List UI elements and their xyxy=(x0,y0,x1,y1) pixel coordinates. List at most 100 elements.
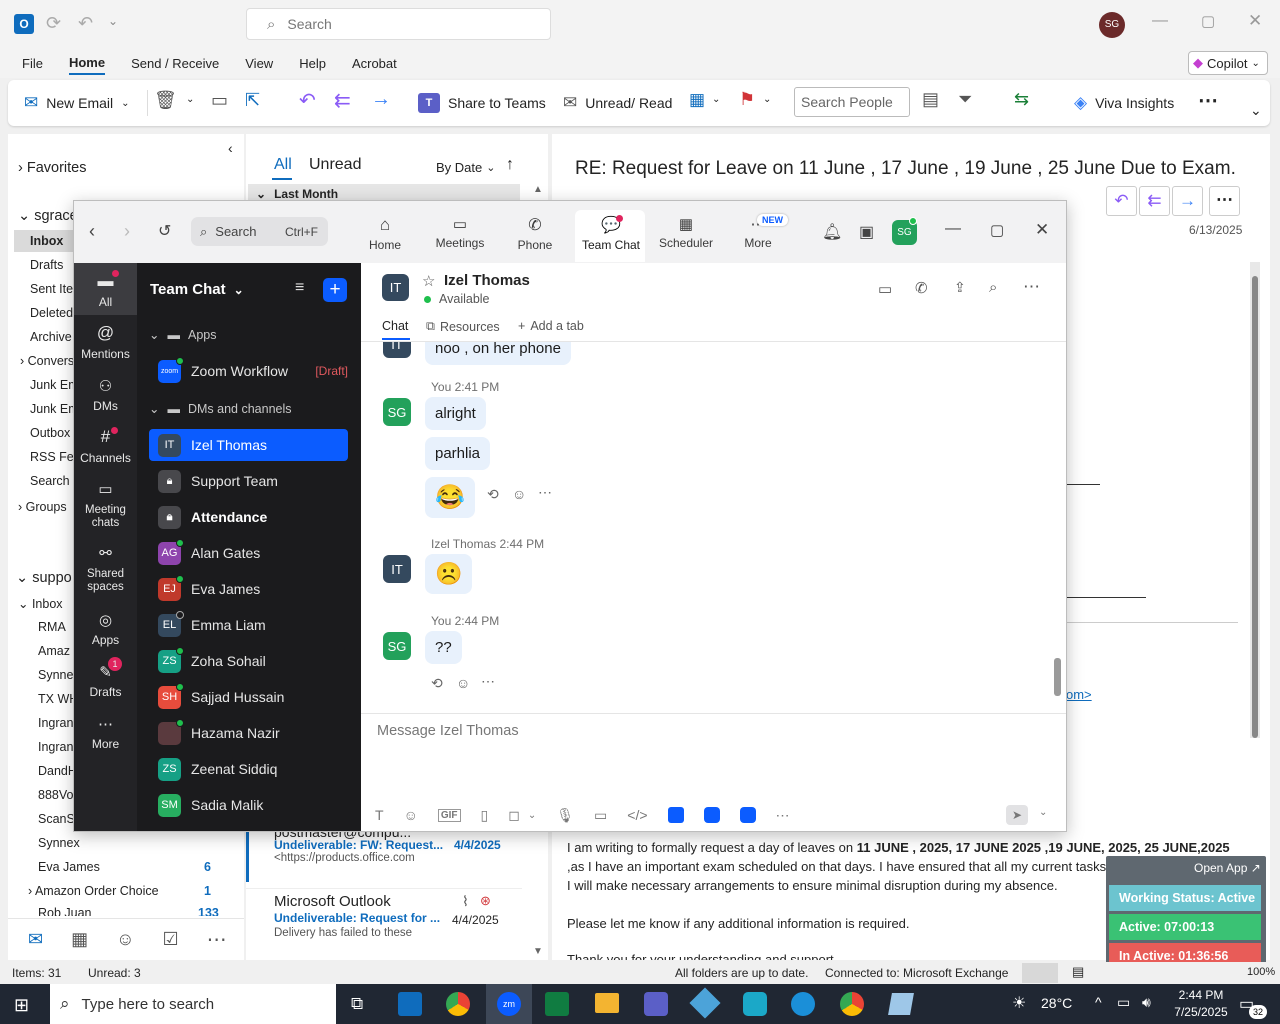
tab-all[interactable]: All xyxy=(274,156,292,174)
screenshot-icon[interactable]: ◻ xyxy=(508,807,520,824)
maximize-button[interactable]: ▢ xyxy=(990,221,1004,239)
chevron-down-icon[interactable]: ⌄ xyxy=(528,810,536,821)
search-people-input[interactable]: Search People xyxy=(794,87,910,117)
teams-app-icon[interactable] xyxy=(644,992,668,1016)
rail-drafts[interactable]: ✎ 1 Drafts xyxy=(74,657,137,699)
format-text-icon[interactable]: T xyxy=(375,807,384,823)
reply-icon[interactable]: ⟲ xyxy=(431,675,443,692)
sidebar-item-hazama-nazir[interactable]: Hazama Nazir xyxy=(149,717,348,749)
copilot-button[interactable]: ◆ Copilot ⌄ xyxy=(1188,51,1268,75)
app-icon[interactable] xyxy=(888,993,914,1015)
email-link[interactable]: om> xyxy=(1066,687,1092,702)
message-bubble[interactable]: noo , on her phone xyxy=(425,342,571,365)
forward-icon[interactable]: → xyxy=(1172,186,1203,216)
sidebar-item-support-team[interactable]: 🔒︎ Support Team xyxy=(149,465,348,497)
chat-scrollbar-thumb[interactable] xyxy=(1054,658,1061,696)
reply-icon[interactable]: ↶ xyxy=(1106,186,1137,216)
app-icon[interactable] xyxy=(703,807,720,823)
menu-file[interactable]: File xyxy=(22,56,43,71)
app-icon[interactable] xyxy=(667,807,684,823)
reply-all-icon[interactable]: ⇇ xyxy=(334,88,351,113)
chrome-app-icon[interactable] xyxy=(840,992,864,1016)
emoji-icon[interactable]: ☺ xyxy=(404,807,418,823)
mail-icon[interactable]: ✉ xyxy=(28,929,43,950)
reply-icon[interactable]: ↶ xyxy=(299,88,316,113)
reply-all-icon[interactable]: ⇇ xyxy=(1139,186,1170,216)
microphone-icon[interactable]: 🎙︎ xyxy=(556,807,574,824)
message-input[interactable]: Message Izel Thomas xyxy=(377,723,519,739)
message-bubble[interactable]: ?? xyxy=(425,631,462,664)
sidebar-item-izel-thomas[interactable]: IT Izel Thomas xyxy=(149,429,348,461)
new-email-button[interactable]: ✉ New Email ⌄ xyxy=(24,93,130,113)
message-bubble-emoji[interactable]: 😂 xyxy=(425,477,475,518)
tab-meetings[interactable]: ▭ Meetings xyxy=(432,215,488,250)
tab-unread[interactable]: Unread xyxy=(309,156,361,174)
collapse-ribbon-icon[interactable]: ⌄ xyxy=(1250,102,1262,119)
rail-channels[interactable]: # Channels xyxy=(74,427,137,465)
menu-home[interactable]: Home xyxy=(68,55,106,75)
collapse-pane-icon[interactable]: ‹ xyxy=(228,140,233,156)
minimize-button[interactable]: — xyxy=(1152,12,1168,30)
taskbar-search-input[interactable]: ⌕ Type here to search xyxy=(50,984,336,1024)
subfolder[interactable]: DandH xyxy=(38,764,77,778)
more-options-icon[interactable]: ⋯ xyxy=(1209,186,1240,216)
tab-home[interactable]: ⌂ Home xyxy=(366,215,404,252)
folder-sent[interactable]: Sent Iter xyxy=(30,282,77,296)
more-options-icon[interactable]: ⋯ xyxy=(538,484,552,501)
unread-read-button[interactable]: ✉ Unread/ Read xyxy=(563,93,672,113)
sidebar-item-zoha-sohail[interactable]: ZS Zoha Sohail xyxy=(149,645,348,677)
more-options-icon[interactable]: ⋯ xyxy=(776,807,790,824)
send-button[interactable]: ➤ xyxy=(1006,805,1028,825)
forward-icon[interactable]: → xyxy=(371,88,391,111)
outlook-search-input[interactable]: ⌕ Search xyxy=(246,8,551,40)
app-icon[interactable] xyxy=(739,807,756,823)
open-app-button[interactable]: Open App ↗ xyxy=(1194,861,1261,875)
share-to-teams-button[interactable]: T Share to Teams xyxy=(418,93,546,113)
subfolder[interactable]: Ingran xyxy=(38,716,73,730)
chevron-down-icon[interactable]: ⌄ xyxy=(186,94,194,105)
sort-dropdown[interactable]: By Date ⌄ xyxy=(436,160,495,175)
sidebar-item-sajjad-hussain[interactable]: SH Sajjad Hussain xyxy=(149,681,348,713)
zoom-search-input[interactable]: ⌕ Search Ctrl+F xyxy=(191,217,328,246)
more-options-icon[interactable]: ⋯ xyxy=(1198,88,1218,113)
resources-tab[interactable]: ⧉ Resources xyxy=(426,319,500,334)
account2-header[interactable]: ⌄ suppo xyxy=(16,570,72,586)
volume-icon[interactable]: 🔊︎ xyxy=(1142,994,1151,1011)
sidebar-item-zeenat-siddiq[interactable]: ZS Zeenat Siddiq xyxy=(149,753,348,785)
sidebar-item-eva-james[interactable]: EJ Eva James xyxy=(149,573,348,605)
phone-call-icon[interactable]: ✆ xyxy=(915,279,928,297)
add-tab-button[interactable]: + Add a tab xyxy=(518,319,584,333)
message-bubble-emoji[interactable]: ☹️ xyxy=(425,554,473,594)
more-options-icon[interactable]: ⋯ xyxy=(1023,277,1040,297)
menu-acrobat[interactable]: Acrobat xyxy=(352,56,397,71)
sidebar-item-zoom-workflow[interactable]: zoom Zoom Workflow [Draft] xyxy=(149,355,348,387)
share-screen-icon[interactable]: ⇪ xyxy=(954,279,966,296)
scroll-down-icon[interactable]: ▼ xyxy=(533,946,543,957)
subfolder[interactable]: Synne xyxy=(38,668,73,682)
quick-access-dropdown-icon[interactable]: ⌄ xyxy=(108,14,118,28)
folder-amazon[interactable]: › Amazon Order Choice xyxy=(28,884,159,898)
dms-section-header[interactable]: ⌄ ▬ DMs and channels xyxy=(149,401,292,417)
chat-tab[interactable]: Chat xyxy=(382,319,408,333)
tab-phone[interactable]: ✆ Phone xyxy=(515,215,555,252)
temperature[interactable]: 28°C xyxy=(1041,995,1072,1011)
rail-shared-spaces[interactable]: ⚯ Shared spaces xyxy=(74,545,137,594)
clock-time[interactable]: 2:44 PM xyxy=(1170,988,1232,1002)
chrome-app-icon[interactable] xyxy=(446,992,470,1016)
chevron-down-icon[interactable]: ⌄ xyxy=(712,94,720,105)
flag-icon[interactable]: ⚑ xyxy=(739,89,755,110)
forward-icon[interactable]: › xyxy=(124,221,130,242)
file-explorer-icon[interactable] xyxy=(595,993,619,1013)
windows-start-icon[interactable]: ⊞ xyxy=(14,995,29,1016)
bell-icon[interactable]: 🔔︎ xyxy=(822,222,842,242)
folder-archive[interactable]: Archive xyxy=(30,330,72,344)
subfolder[interactable]: Amaz xyxy=(38,644,70,658)
message-bubble[interactable]: parhlia xyxy=(425,437,491,470)
tab-scheduler[interactable]: ▦ Scheduler xyxy=(657,215,715,250)
sidebar-item-attendance[interactable]: 🔒︎ Attendance xyxy=(149,501,348,533)
undo-icon[interactable]: ↶ xyxy=(78,13,93,34)
sidebar-item-alan-gates[interactable]: AG Alan Gates xyxy=(149,537,348,569)
categorize-icon[interactable]: ▦ xyxy=(689,90,705,110)
inbox2-folder[interactable]: ⌄ Inbox xyxy=(18,596,63,611)
folder-deleted[interactable]: Deleted xyxy=(30,306,73,320)
